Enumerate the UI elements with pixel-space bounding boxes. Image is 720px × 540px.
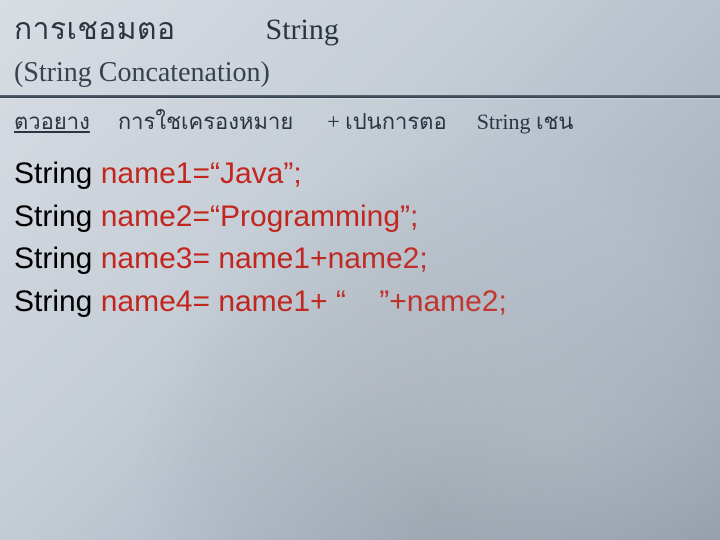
identifier: name1 [101,157,193,190]
semicolon: ; [499,285,507,318]
subtitle: (String Concatenation) [0,55,720,95]
semicolon: ; [410,200,418,233]
example-plus: + เปนการตอ [327,104,446,139]
title-thai: การเชอมตอ [14,6,176,53]
keyword: String [14,200,101,233]
code-line-1: String name1=“Java”; [14,153,706,196]
operator: = [192,285,218,318]
identifier: name1 [218,285,310,318]
semicolon: ; [293,157,301,190]
plus-operator: + [310,285,336,318]
keyword: String [14,285,101,318]
operator: = [192,157,210,190]
code-block: String name1=“Java”; String name2=“Progr… [0,147,720,323]
example-mid: การใชเครองหมาย [118,104,293,139]
example-label: ตวอยาง [14,104,90,139]
identifier: name1 [218,242,310,275]
identifier: name4 [101,285,193,318]
operator: = [192,200,210,233]
code-line-4: String name4= name1+ “ ”+name2; [14,281,706,324]
keyword: String [14,157,101,190]
example-tail: String เชน [477,104,574,139]
identifier: name2 [328,242,420,275]
string-literal: “ ” [336,285,389,318]
code-line-3: String name3= name1+name2; [14,238,706,281]
title-row: การเชอมตอ String [0,0,720,55]
string-literal: “Programming” [210,200,410,233]
keyword: String [14,242,101,275]
slide: การเชอมตอ String (String Concatenation) … [0,0,720,540]
semicolon: ; [419,242,427,275]
title-string: String [266,13,339,47]
plus-operator: + [389,285,407,318]
identifier: name2 [101,200,193,233]
code-line-2: String name2=“Programming”; [14,196,706,239]
identifier: name3 [101,242,193,275]
identifier: name2 [407,285,499,318]
string-literal: “Java” [210,157,293,190]
example-row: ตวอยาง การใชเครองหมาย + เปนการตอ String … [0,98,720,147]
plus-operator: + [310,242,328,275]
operator: = [192,242,218,275]
